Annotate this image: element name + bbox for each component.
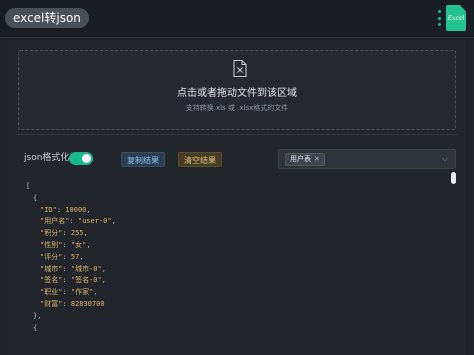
toggle-knob xyxy=(82,154,91,163)
json-value: "城市-0" xyxy=(70,264,102,273)
json-line: "性别": "女", xyxy=(40,240,91,249)
clear-result-button[interactable]: 清空结果 xyxy=(178,152,222,167)
json-format-label: json格式化 xyxy=(24,153,70,163)
more-menu-icon[interactable] xyxy=(438,10,442,26)
json-key: "用户名" xyxy=(40,217,70,226)
json-line: "签名": "签名-0", xyxy=(40,276,106,285)
sheet-tag-label: 用户表 xyxy=(290,155,311,163)
file-x-icon xyxy=(233,60,247,77)
json-value: "签名-0" xyxy=(70,276,102,285)
json-line: "用户名": "user-0", xyxy=(40,217,116,226)
dropzone-title: 点击或者拖动文件到该区域 xyxy=(177,88,297,99)
json-value: 10000 xyxy=(65,205,87,214)
json-key: "ID" xyxy=(40,205,57,214)
json-value: 82830700 xyxy=(70,299,105,308)
scrollbar-thumb[interactable] xyxy=(451,172,456,184)
sheet-select[interactable]: 用户表 ✕ ⌵ xyxy=(278,149,456,169)
close-icon[interactable]: ✕ xyxy=(314,154,320,165)
json-line: "职业": "作家", xyxy=(40,288,98,297)
json-value: "女" xyxy=(70,240,87,249)
json-format-toggle[interactable] xyxy=(69,152,93,165)
json-line: [ xyxy=(26,181,446,193)
json-line: "评分": 57, xyxy=(40,252,84,261)
json-key: "职业" xyxy=(40,288,63,297)
json-line: "财富": 82830700 xyxy=(40,299,105,308)
copy-result-button[interactable]: 复制结果 xyxy=(121,152,165,167)
app-title: excel转json xyxy=(5,8,89,28)
upload-dropzone[interactable]: 点击或者拖动文件到该区域 支持转换.xls 或 .xlsx格式的文件 xyxy=(18,50,456,130)
json-line: }, xyxy=(26,311,446,323)
json-line: { xyxy=(26,323,446,335)
excel-logo-icon: Excel xyxy=(446,5,466,31)
json-key: "财富" xyxy=(40,299,63,308)
json-key: "评分" xyxy=(40,252,63,261)
json-key: "积分" xyxy=(40,229,63,238)
json-bracket: }, xyxy=(33,311,42,320)
json-bracket: [ xyxy=(26,182,31,190)
chevron-down-icon: ⌵ xyxy=(441,154,448,163)
json-key: "签名" xyxy=(40,276,63,285)
json-key: "性别" xyxy=(40,240,63,249)
json-line: "城市": "城市-0", xyxy=(40,264,106,273)
json-line: "ID": 10000, xyxy=(40,205,91,214)
json-bracket: { xyxy=(33,323,38,332)
dropzone-subtitle: 支持转换.xls 或 .xlsx格式的文件 xyxy=(185,104,289,112)
json-value: "user-0" xyxy=(77,217,112,226)
main-panel: 点击或者拖动文件到该区域 支持转换.xls 或 .xlsx格式的文件 json格… xyxy=(8,40,466,355)
json-value: 255 xyxy=(70,229,84,238)
json-output: [{"ID": 10000, "用户名": "user-0", "积分": 255,… xyxy=(26,181,446,355)
json-line: { xyxy=(26,193,446,205)
sheet-tag: 用户表 ✕ xyxy=(285,153,325,166)
logo-text: Excel xyxy=(447,15,465,22)
title-bar: excel转json Excel xyxy=(0,0,474,38)
json-value: "作家" xyxy=(70,288,94,297)
divider xyxy=(16,134,458,135)
json-line: "积分": 255, xyxy=(40,229,88,238)
json-key: "城市" xyxy=(40,264,63,273)
json-bracket: { xyxy=(33,193,38,202)
